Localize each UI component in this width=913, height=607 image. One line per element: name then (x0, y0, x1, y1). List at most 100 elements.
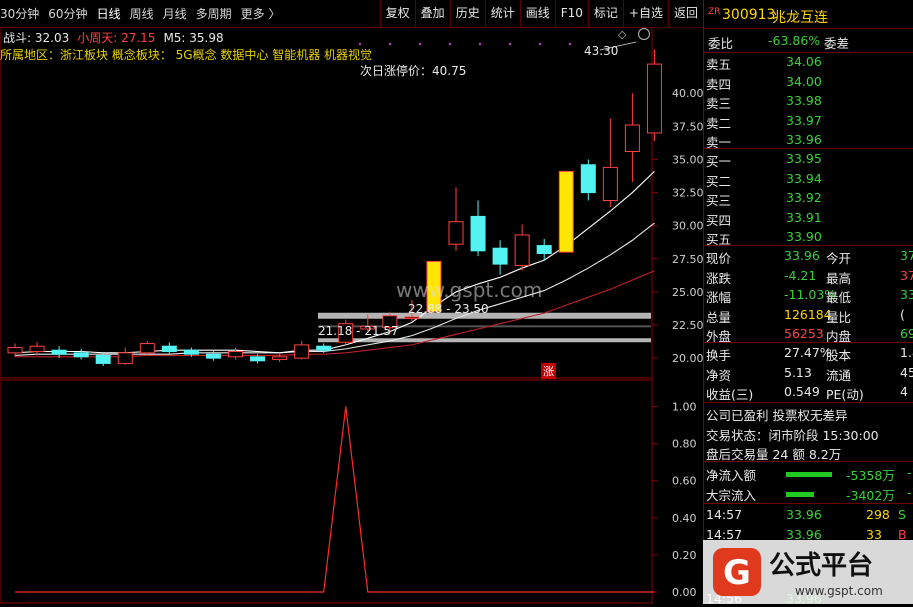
stat-label: 总量 (706, 309, 732, 325)
candle-body (51, 349, 67, 355)
high-price-label: 43.30 (584, 44, 619, 58)
kline-chart[interactable]: 40.00 37.50 35.00 32.50 30.00 27.50 25.00 22.50… (0, 27, 703, 604)
price-axis-label: 37.50 (672, 120, 703, 133)
limit-up-tag: 涨 (541, 363, 556, 379)
bid-label: 买一 (706, 154, 732, 169)
tool-button[interactable]: 标记 (587, 0, 623, 27)
bid-label: 买四 (706, 212, 732, 228)
ask-label: 卖二 (706, 115, 732, 131)
candle-body (294, 344, 310, 359)
candle-body (316, 345, 332, 351)
stat-value: 0.549 (784, 384, 820, 399)
period-tab[interactable]: 月线 (163, 5, 187, 22)
period-tab[interactable]: 周线 (130, 5, 154, 22)
candle-body (250, 356, 266, 362)
bid-label: 买三 (706, 193, 732, 208)
chart-toolbar: 30分钟 60分钟 日线 周线 月线 多周期 更多 〉 复权 叠加 历史 统计 画线 F10 标记 +自选… (0, 0, 703, 28)
bid-price: 33.90 (786, 229, 822, 244)
period-tab[interactable]: 更多 〉 (241, 5, 281, 22)
flow-value: -5358万 (846, 468, 895, 483)
candle-body (205, 353, 221, 359)
info-text: 交易状态：闭市阶段 15:30:00 (706, 427, 879, 443)
tool-button[interactable]: 复权 (379, 0, 415, 27)
tool-button[interactable]: F10 (554, 0, 588, 27)
candle-body (448, 221, 464, 245)
stat-value: 33 (900, 287, 913, 302)
price-axis-label: 27.50 (672, 253, 703, 266)
stat-label: 最低 (826, 290, 852, 305)
support-band-low (318, 338, 651, 343)
ask-label: 卖四 (706, 76, 732, 92)
period-tab[interactable]: 日线 (97, 5, 121, 22)
tool-button[interactable]: 画线 (519, 0, 555, 27)
tool-button[interactable]: +自选 (622, 0, 668, 27)
stat-value: 37 (900, 267, 913, 283)
signal-dot (508, 42, 512, 46)
tool-button[interactable]: 历史 (449, 0, 485, 27)
candle-body (580, 164, 596, 194)
candle-body (492, 247, 508, 265)
candle-body (558, 170, 574, 253)
period-tab[interactable]: 60分钟 (48, 5, 87, 22)
stat-label: PE(动) (826, 387, 864, 402)
support-range-high: 22.88 - 23.50 (408, 302, 489, 316)
signal-dot (538, 42, 542, 46)
stat-value: 4 (900, 384, 908, 399)
stat-label: 净资 (706, 367, 732, 383)
tick-row: 14:57 33.96 298 S (704, 506, 913, 525)
quote-header: ZR 300913 兆龙互连 (704, 6, 913, 26)
stat-row: 现价 33.96 今开 37 (704, 247, 913, 266)
tool-button[interactable]: 叠加 (414, 0, 450, 27)
tick-side: S (898, 507, 906, 522)
quote-panel: ZR 300913 兆龙互连 委比 -63.86% 委差 卖五 34.06 卖四 34.00 卖三 3… (703, 0, 913, 604)
settings-diamond-icon[interactable]: ◇ (618, 28, 626, 41)
stat-value: 459 (900, 364, 913, 380)
ask-row: 卖五 34.06 (704, 53, 913, 72)
period-tab[interactable]: 30分钟 (0, 5, 39, 22)
tool-button[interactable]: 返回 (667, 0, 703, 27)
zr-tag: ZR (708, 7, 721, 17)
candle-body (514, 234, 530, 266)
watermark-url: www.gspt.com (396, 278, 543, 302)
candle-body (183, 349, 199, 355)
ask-label: 卖三 (706, 96, 732, 111)
signal-dot (568, 42, 572, 46)
stat-label: 股本 (826, 348, 852, 363)
stat-label: 涨幅 (706, 290, 732, 305)
period-tab[interactable]: 多周期 (196, 5, 232, 22)
indicator-value: M5: 35.98 (163, 31, 224, 45)
bid-price: 33.95 (786, 151, 822, 166)
candle-body (117, 352, 133, 364)
stat-row: 涨跌 -4.21 最高 37 (704, 267, 913, 286)
sub-axis-label: 0.40 (672, 512, 697, 525)
tick-volume: 298 (866, 507, 890, 522)
bid-label: 买二 (706, 173, 732, 189)
candle-body (624, 124, 640, 153)
divider (704, 402, 913, 403)
stat-value: 56253 (784, 326, 824, 341)
candle-body (29, 345, 45, 353)
ask-price: 33.97 (786, 112, 822, 128)
candle-body (161, 345, 177, 353)
flow-value: -3402万 (846, 487, 895, 503)
candle-body (139, 343, 155, 354)
price-axis-label: 22.50 (672, 319, 703, 332)
collapse-circle-icon[interactable] (638, 28, 650, 40)
stat-row: 总量 126184 量比 ( (704, 306, 913, 325)
indicator-value: 战斗: 32.03 (3, 31, 70, 45)
sub-axis-label: 0.00 (672, 586, 697, 599)
sub-axis-label: 0.80 (672, 438, 697, 451)
stat-row: 净资 5.13 流通 459 (704, 364, 913, 383)
tool-button[interactable]: 统计 (484, 0, 520, 27)
stat-value: 37 (900, 248, 913, 263)
candle-body (470, 215, 486, 252)
bid-row: 买四 33.91 (704, 209, 913, 228)
concept-line: 所属地区：浙江板块 概念板块： 5G概念 数据中心 智能机器 机器视觉 (0, 48, 373, 62)
stat-value: ( (900, 306, 905, 322)
bid-price: 33.92 (786, 190, 822, 205)
label: 委差 (824, 36, 850, 51)
ask-row: 卖三 33.98 (704, 92, 913, 111)
next-limit-price: 次日涨停价：40.75 (360, 64, 467, 78)
stat-label: 涨跌 (706, 270, 732, 286)
stat-row: 涨幅-11.03%最低33 (704, 286, 913, 305)
